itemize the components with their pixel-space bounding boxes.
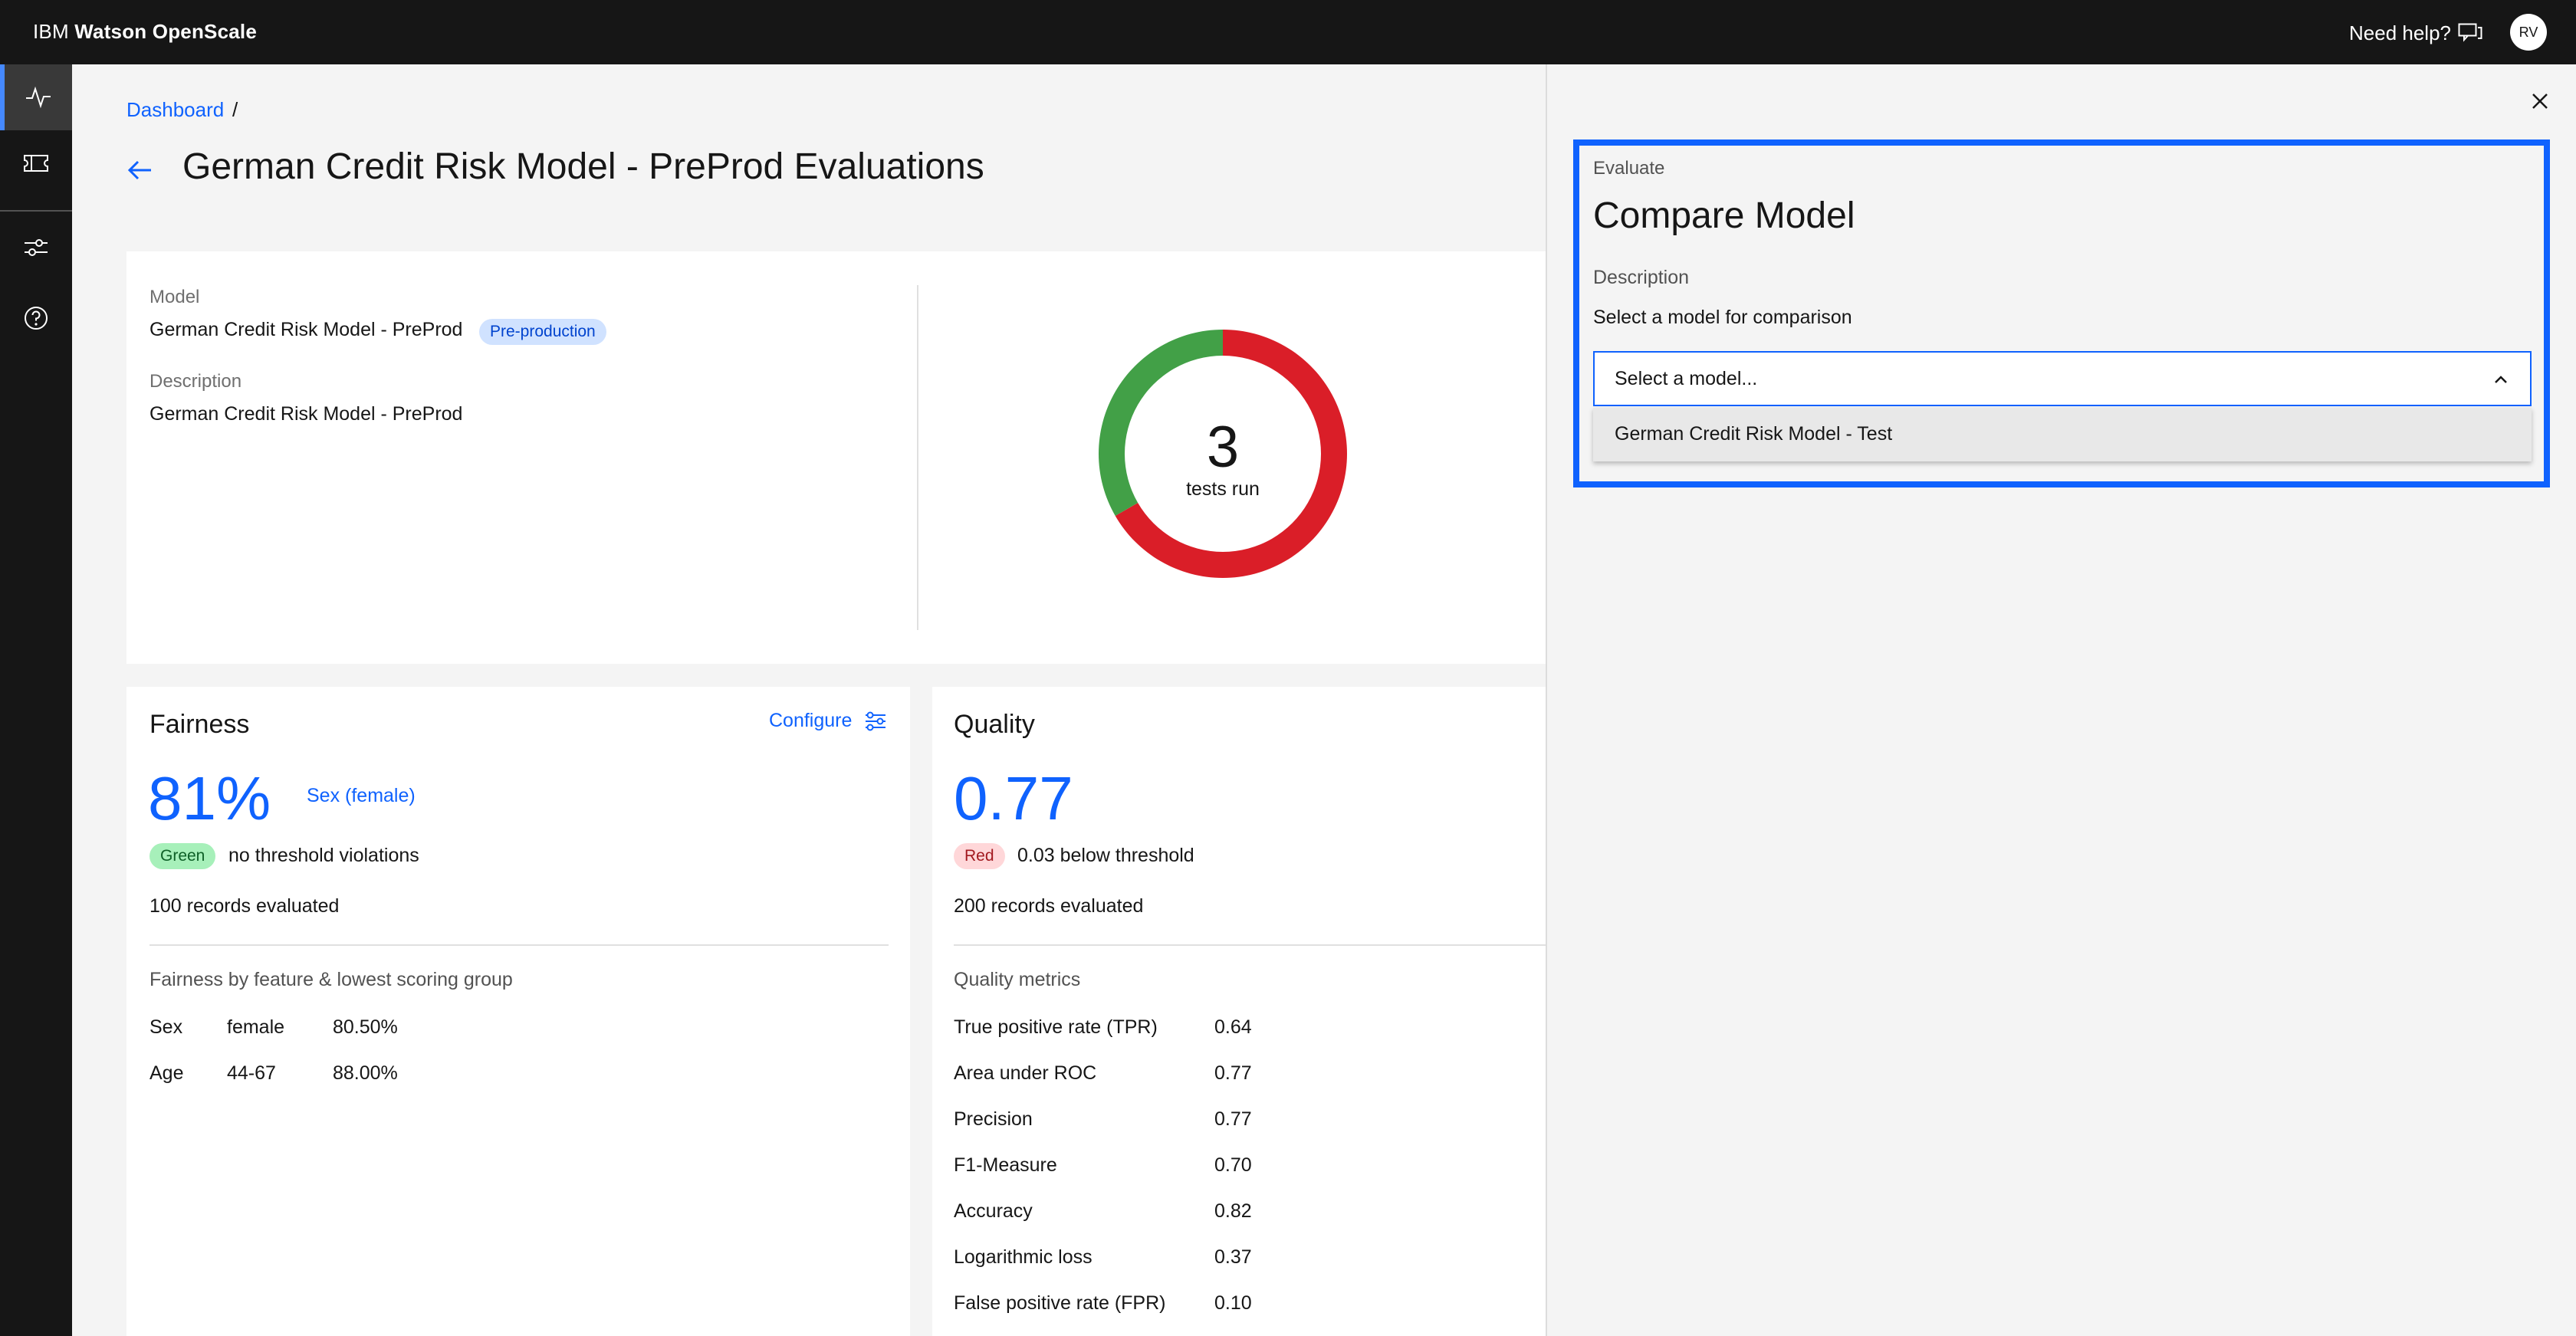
settings-adjust-icon[interactable] (864, 710, 887, 733)
environment-tag: Pre-production (479, 319, 606, 345)
activity-icon (26, 86, 51, 109)
close-icon[interactable] (2529, 90, 2551, 112)
model-summary-card: Model German Credit Risk Model - PreProd… (127, 251, 1546, 664)
tests-count: 3 (1206, 415, 1240, 480)
breadcrumb-separator: / (232, 98, 238, 121)
user-avatar[interactable]: RV (2510, 14, 2547, 51)
fairness-feature: Sex (150, 1016, 183, 1038)
quality-records: 200 records evaluated (954, 895, 1144, 917)
fairness-attribute-link[interactable]: Sex (female) (307, 785, 416, 807)
fairness-title: Fairness (150, 710, 250, 739)
model-select-placeholder: Select a model... (1615, 368, 1758, 389)
panel-title: Compare Model (1593, 195, 1855, 236)
rail-divider (0, 210, 72, 212)
tests-run-label: tests run (1186, 478, 1260, 500)
quality-metrics-label: Quality metrics (954, 969, 1081, 990)
metric-name: F1-Measure (954, 1154, 1057, 1176)
top-header: IBM Watson OpenScale Need help? RV (0, 0, 2576, 64)
metric-name: Logarithmic loss (954, 1246, 1092, 1268)
brand-prefix: IBM (33, 20, 69, 43)
fairness-feature: Age (150, 1062, 184, 1084)
quality-divider (954, 944, 1546, 946)
metric-value: 0.77 (1214, 1062, 1252, 1084)
help-circle-icon (25, 307, 48, 330)
fairness-breakdown-label: Fairness by feature & lowest scoring gro… (150, 969, 513, 990)
metric-value: 0.77 (1214, 1108, 1252, 1130)
breadcrumb-dashboard[interactable]: Dashboard (127, 98, 224, 122)
model-name: German Credit Risk Model - PreProd (150, 319, 463, 340)
sliders-icon (25, 239, 48, 256)
quality-status-text: 0.03 below threshold (1017, 845, 1194, 866)
fairness-status-tag: Green (150, 843, 216, 869)
metric-value: 0.64 (1214, 1016, 1252, 1038)
metric-name: True positive rate (TPR) (954, 1016, 1158, 1038)
metric-value: 0.70 (1214, 1154, 1252, 1176)
fairness-divider (150, 944, 889, 946)
fairness-card: Fairness Configure 81% Sex (female) Gree… (127, 687, 910, 1336)
brand-name: Watson OpenScale (74, 20, 257, 43)
panel-description-label: Description (1593, 267, 1690, 288)
chevron-up-icon (2495, 376, 2507, 383)
fairness-records: 100 records evaluated (150, 895, 340, 917)
panel-eyebrow: Evaluate (1593, 158, 1665, 179)
rail-item-insights[interactable] (0, 64, 72, 130)
rail-item-models[interactable] (0, 130, 72, 196)
model-label: Model (150, 287, 200, 307)
metric-value: 0.82 (1214, 1200, 1252, 1222)
configure-link[interactable]: Configure (769, 710, 852, 732)
model-option-label: German Credit Risk Model - Test (1615, 423, 1893, 445)
metric-name: Accuracy (954, 1200, 1033, 1222)
fairness-score: 81% (148, 764, 271, 832)
quality-status-tag: Red (954, 843, 1005, 869)
panel-description: Select a model for comparison (1593, 307, 1852, 328)
quality-title: Quality (954, 710, 1035, 739)
fairness-group: female (227, 1016, 285, 1038)
metric-value: 0.37 (1214, 1246, 1252, 1268)
chat-icon[interactable] (2458, 23, 2482, 43)
quality-score: 0.77 (954, 764, 1073, 832)
quality-card: Quality 0.77 Red 0.03 below threshold 20… (932, 687, 1546, 1336)
metric-name: Precision (954, 1108, 1033, 1130)
summary-divider (917, 285, 918, 630)
ticket-icon (24, 155, 48, 172)
fairness-value: 80.50% (333, 1016, 398, 1038)
model-description: German Credit Risk Model - PreProd (150, 403, 463, 425)
model-option[interactable]: German Credit Risk Model - Test (1593, 408, 2532, 461)
rail-item-help[interactable] (0, 285, 72, 351)
fairness-status-text: no threshold violations (228, 845, 419, 866)
back-arrow-icon[interactable] (127, 156, 154, 184)
fairness-value: 88.00% (333, 1062, 398, 1084)
metric-name: False positive rate (FPR) (954, 1292, 1166, 1314)
fairness-group: 44-67 (227, 1062, 276, 1084)
need-help-link[interactable]: Need help? (2349, 21, 2451, 45)
metric-name: Area under ROC (954, 1062, 1097, 1084)
model-select-dropdown[interactable]: Select a model... (1593, 351, 2532, 406)
app-brand[interactable]: IBM Watson OpenScale (33, 20, 257, 44)
metric-value: 0.10 (1214, 1292, 1252, 1314)
description-label: Description (150, 371, 242, 392)
rail-item-configure[interactable] (0, 215, 72, 281)
left-nav-rail (0, 64, 72, 1336)
page-title: German Credit Risk Model - PreProd Evalu… (182, 146, 984, 187)
